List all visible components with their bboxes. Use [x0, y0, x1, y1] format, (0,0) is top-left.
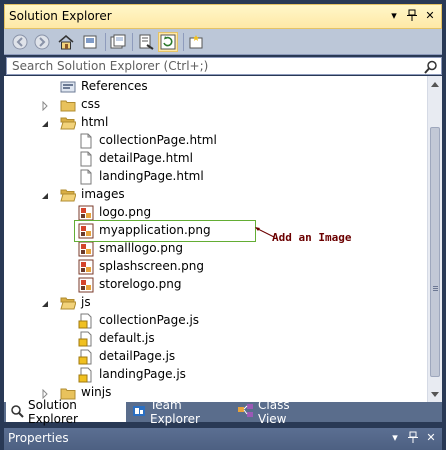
- expander-expanded-icon[interactable]: [40, 190, 50, 200]
- scroll-up-icon[interactable]: [428, 76, 442, 92]
- tree-item-label: css: [81, 97, 101, 111]
- tree-item-label: collectionPage.js: [99, 313, 200, 327]
- expander-expanded-icon[interactable]: [40, 298, 50, 308]
- properties-panel-title: Properties ▾ ✕: [4, 428, 442, 450]
- tab-label: Solution Explorer: [28, 398, 78, 426]
- forward-icon[interactable]: [32, 32, 52, 52]
- expander-collapsed-icon[interactable]: [40, 388, 50, 400]
- new-solution-folder-icon[interactable]: [186, 32, 206, 52]
- refresh-icon[interactable]: [158, 32, 178, 52]
- tree-item-label: default.js: [99, 331, 155, 345]
- tree-item-label: storelogo.png: [99, 277, 182, 291]
- tree-item[interactable]: css: [4, 96, 427, 114]
- annotation-text: Add an Image: [272, 231, 352, 244]
- tree-item[interactable]: html: [4, 114, 427, 132]
- folder-open-icon: [60, 295, 77, 311]
- home-icon[interactable]: [56, 32, 76, 52]
- properties-pin-icon[interactable]: [406, 431, 420, 445]
- tree-item-label: detailPage.html: [99, 151, 193, 165]
- tree-item-label: detailPage.js: [99, 349, 176, 363]
- properties-title: Properties: [8, 431, 69, 445]
- tree-item[interactable]: smalllogo.png: [4, 240, 427, 258]
- image-file-icon: [78, 241, 94, 257]
- back-icon[interactable]: [10, 32, 30, 52]
- tree-item[interactable]: storelogo.png: [4, 276, 427, 294]
- tree-item-label: References: [81, 79, 148, 93]
- vertical-scrollbar[interactable]: [427, 76, 442, 402]
- tab-solution-explorer[interactable]: Solution Explorer: [6, 398, 126, 426]
- pin-icon[interactable]: [405, 9, 419, 23]
- expander-collapsed-icon[interactable]: [40, 100, 50, 112]
- solution-explorer-panel: Solution Explorer ▾ ✕ Search Solution Ex…: [0, 0, 446, 450]
- tree-item[interactable]: splashscreen.png: [4, 258, 427, 276]
- tree-item[interactable]: landingPage.js: [4, 366, 427, 384]
- folder-open-icon: [60, 187, 77, 203]
- tree-item[interactable]: default.js: [4, 330, 427, 348]
- js-file-icon: [78, 331, 94, 347]
- tree-item-label: splashscreen.png: [99, 259, 204, 273]
- tree-item[interactable]: References: [4, 78, 427, 96]
- html-file-icon: [78, 169, 94, 185]
- tree-item-label: js: [81, 295, 91, 309]
- tab-class-view[interactable]: Class View: [234, 398, 320, 426]
- html-file-icon: [78, 151, 94, 167]
- close-icon[interactable]: ✕: [423, 9, 437, 23]
- tree-item-label: landingPage.html: [99, 169, 204, 183]
- properties-dropdown-icon[interactable]: ▾: [388, 431, 402, 445]
- tree-item[interactable]: detailPage.js: [4, 348, 427, 366]
- tree-item[interactable]: collectionPage.js: [4, 312, 427, 330]
- tree-item-label: winjs: [81, 385, 112, 399]
- folder-icon: [60, 97, 76, 113]
- tree-item-label: logo.png: [99, 205, 152, 219]
- search-placeholder: Search Solution Explorer (Ctrl+;): [12, 59, 209, 73]
- tree-item[interactable]: collectionPage.html: [4, 132, 427, 150]
- tree-item-label: html: [81, 115, 109, 129]
- js-file-icon: [78, 349, 94, 365]
- scroll-thumb[interactable]: [430, 127, 440, 377]
- js-file-icon: [78, 367, 94, 383]
- bottom-tab-strip: Solution Explorer Team Explorer Class Vi…: [4, 398, 442, 426]
- tab-label: Team Explorer: [150, 398, 200, 426]
- tree-item[interactable]: js: [4, 294, 427, 312]
- tree-item-label: images: [81, 187, 125, 201]
- tree-item[interactable]: landingPage.html: [4, 168, 427, 186]
- tab-label: Class View: [258, 398, 290, 426]
- image-file-icon: [78, 259, 94, 275]
- search-input[interactable]: Search Solution Explorer (Ctrl+;): [6, 57, 442, 75]
- scroll-down-icon[interactable]: [428, 386, 442, 402]
- class-view-icon: [238, 403, 254, 421]
- image-file-icon: [78, 277, 94, 293]
- solution-explorer-icon: [10, 404, 24, 421]
- image-file-icon: [78, 205, 94, 221]
- search-icon[interactable]: [424, 60, 438, 77]
- tree-item-label: collectionPage.html: [99, 133, 217, 147]
- js-file-icon: [78, 313, 94, 329]
- expander-expanded-icon[interactable]: [40, 118, 50, 128]
- tree-item[interactable]: images: [4, 186, 427, 204]
- references-icon: [60, 79, 76, 95]
- team-explorer-icon: [132, 404, 146, 421]
- tree-item-label: landingPage.js: [99, 367, 186, 381]
- html-file-icon: [78, 133, 94, 149]
- properties-close-icon[interactable]: ✕: [424, 431, 438, 445]
- tree-item-label: smalllogo.png: [99, 241, 184, 255]
- folder-open-icon: [60, 115, 77, 131]
- tree-item[interactable]: detailPage.html: [4, 150, 427, 168]
- collapse-all-icon[interactable]: [80, 32, 100, 52]
- properties-icon[interactable]: [136, 32, 156, 52]
- panel-title: Solution Explorer: [9, 9, 112, 23]
- dropdown-icon[interactable]: ▾: [387, 9, 401, 23]
- title-bar: Solution Explorer ▾ ✕: [4, 4, 442, 29]
- highlight-box: [74, 220, 256, 242]
- show-all-files-icon[interactable]: [108, 32, 128, 52]
- toolbar: [4, 29, 442, 55]
- tab-team-explorer[interactable]: Team Explorer: [128, 398, 232, 426]
